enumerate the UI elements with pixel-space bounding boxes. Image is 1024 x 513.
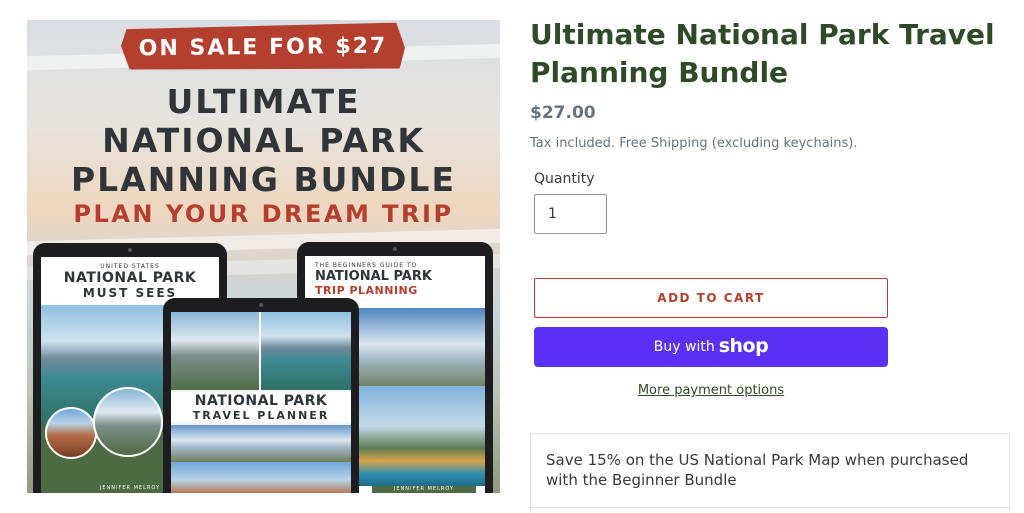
- product-price: $27.00: [530, 103, 596, 123]
- image-tagline: PLAN YOUR DREAM TRIP: [73, 200, 454, 228]
- geyser-photo: [337, 386, 485, 486]
- tablet-kicker: THE BEGINNERS GUIDE TO: [315, 262, 418, 269]
- promo-divider: [531, 507, 1009, 508]
- image-title-line-3: PLANNING BUNDLE: [71, 160, 456, 199]
- sale-banner: ON SALE FOR $27: [121, 23, 405, 72]
- tablet-title: NATIONAL PARK: [63, 270, 197, 286]
- sale-banner-text: ON SALE FOR $27: [138, 33, 388, 61]
- more-payment-options-link[interactable]: More payment options: [534, 383, 888, 398]
- mountain-photo: [171, 312, 259, 392]
- bundle-promo-text: Save 15% on the US National Park Map whe…: [546, 451, 969, 489]
- tablet-travel-planner: NATIONAL PARK TRAVEL PLANNER: [163, 298, 359, 493]
- tablet-title: NATIONAL PARK: [315, 269, 432, 284]
- product-title: Ultimate National Park Travel Planning B…: [530, 18, 995, 89]
- planner-author: JENNIFER MELROY: [393, 486, 455, 492]
- quantity-input[interactable]: [534, 194, 607, 234]
- sky-photo: [171, 422, 351, 462]
- image-title-line-2: NATIONAL PARK: [102, 121, 425, 160]
- tablet-subtitle: TRIP PLANNING: [315, 284, 418, 297]
- planner-footer: JENNIFER MELROY: [372, 486, 476, 493]
- tablet-subtitle: TRAVEL PLANNER: [192, 409, 330, 422]
- buy-with-label: Buy with: [653, 339, 715, 355]
- tablet-kicker: UNITED STATES: [100, 263, 160, 270]
- product-image[interactable]: ON SALE FOR $27 ULTIMATE NATIONAL PARK P…: [27, 20, 500, 493]
- shop-logo: shop: [718, 334, 769, 357]
- tablet-title: NATIONAL PARK: [194, 393, 328, 409]
- quantity-label: Quantity: [534, 171, 595, 187]
- bundle-promo-box: Save 15% on the US National Park Map whe…: [530, 433, 1010, 513]
- photo-circle: [45, 407, 97, 459]
- photo-circle: [93, 387, 163, 457]
- cloud-photo: [337, 308, 485, 388]
- buy-with-shop-button[interactable]: Buy with shop: [534, 327, 888, 367]
- tax-note: Tax included. Free Shipping (excluding k…: [530, 136, 858, 151]
- canyon-photo: [171, 462, 351, 493]
- image-title-line-1: ULTIMATE: [166, 82, 361, 121]
- river-photo: [261, 312, 351, 392]
- add-to-cart-button[interactable]: ADD TO CART: [534, 278, 888, 318]
